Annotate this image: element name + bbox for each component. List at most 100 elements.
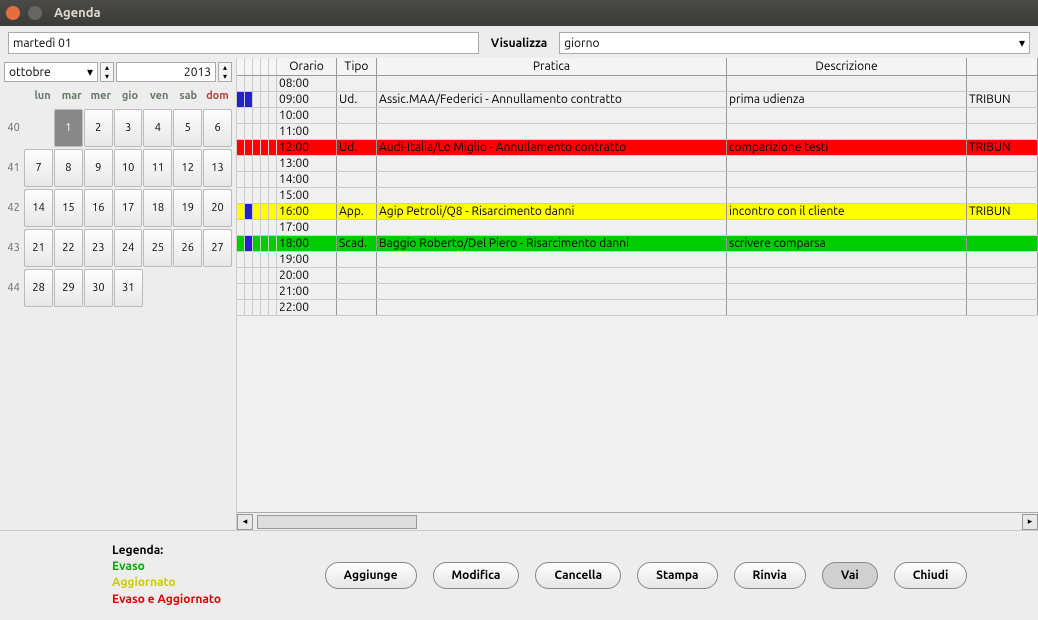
aggiunge-button[interactable]: Aggiunge bbox=[325, 562, 417, 589]
day-cell[interactable]: 4 bbox=[143, 109, 172, 147]
window-minimize-button[interactable] bbox=[28, 6, 42, 20]
visualizza-combo[interactable]: giorno ▾ bbox=[559, 32, 1030, 54]
cell-descrizione: scrivere comparsa bbox=[727, 236, 967, 251]
day-cell[interactable]: 11 bbox=[143, 149, 172, 187]
row-marker bbox=[237, 92, 245, 107]
day-cell bbox=[203, 269, 232, 307]
vai-button[interactable]: Vai bbox=[822, 562, 878, 589]
row-marker bbox=[269, 188, 277, 203]
stampa-button[interactable]: Stampa bbox=[637, 562, 717, 589]
day-cell[interactable]: 15 bbox=[54, 189, 83, 227]
schedule-body[interactable]: 08:0009:00Ud.Assic.MAA/Federici - Annull… bbox=[237, 76, 1038, 512]
day-cell[interactable]: 27 bbox=[203, 229, 232, 267]
cell-pratica bbox=[377, 284, 727, 299]
cell-pratica bbox=[377, 188, 727, 203]
schedule-row[interactable]: 10:00 bbox=[237, 108, 1038, 124]
schedule-row[interactable]: 20:00 bbox=[237, 268, 1038, 284]
day-cell[interactable]: 1 bbox=[54, 109, 83, 147]
day-cell[interactable]: 2 bbox=[84, 109, 113, 147]
day-cell[interactable]: 7 bbox=[24, 149, 53, 187]
chevron-down-icon[interactable]: ▾ bbox=[1013, 36, 1025, 50]
modifica-button[interactable]: Modifica bbox=[433, 562, 520, 589]
cell-pratica: Baggio Roberto/Del Piero - Risarcimento … bbox=[377, 236, 727, 251]
day-cell[interactable]: 18 bbox=[143, 189, 172, 227]
day-cell[interactable]: 28 bbox=[24, 269, 53, 307]
day-cell[interactable]: 12 bbox=[173, 149, 202, 187]
day-cell[interactable]: 14 bbox=[24, 189, 53, 227]
week-row: 4428293031 bbox=[4, 268, 232, 308]
month-select[interactable]: ottobre ▾ bbox=[4, 62, 98, 82]
cancella-button[interactable]: Cancella bbox=[535, 562, 621, 589]
cell-extra bbox=[967, 156, 1038, 171]
day-cell[interactable]: 23 bbox=[84, 229, 113, 267]
year-spinner[interactable]: ▴▾ bbox=[218, 62, 232, 82]
day-cell[interactable]: 26 bbox=[173, 229, 202, 267]
day-cell[interactable]: 25 bbox=[143, 229, 172, 267]
day-cell[interactable]: 9 bbox=[84, 149, 113, 187]
week-number: 43 bbox=[4, 242, 23, 254]
row-marker bbox=[269, 252, 277, 267]
cell-pratica bbox=[377, 124, 727, 139]
schedule-row[interactable]: 18:00Scad.Baggio Roberto/Del Piero - Ris… bbox=[237, 236, 1038, 252]
scroll-thumb[interactable] bbox=[257, 515, 417, 529]
scroll-left-button[interactable]: ◂ bbox=[237, 514, 253, 530]
rinvia-button[interactable]: Rinvia bbox=[734, 562, 806, 589]
chiudi-button[interactable]: Chiudi bbox=[894, 562, 968, 589]
day-cell[interactable]: 22 bbox=[54, 229, 83, 267]
schedule-row[interactable]: 11:00 bbox=[237, 124, 1038, 140]
day-cell[interactable]: 29 bbox=[54, 269, 83, 307]
row-marker bbox=[269, 300, 277, 315]
horizontal-scrollbar[interactable]: ◂ ▸ bbox=[237, 512, 1038, 530]
schedule-row[interactable]: 13:00 bbox=[237, 156, 1038, 172]
row-marker bbox=[269, 140, 277, 155]
date-combo[interactable]: martedì 01 bbox=[8, 32, 479, 54]
day-cell[interactable]: 21 bbox=[24, 229, 53, 267]
schedule-row[interactable]: 09:00Ud.Assic.MAA/Federici - Annullament… bbox=[237, 92, 1038, 108]
row-marker bbox=[253, 252, 261, 267]
cell-extra bbox=[967, 300, 1038, 315]
day-cell[interactable]: 5 bbox=[173, 109, 202, 147]
dow-label: gio bbox=[115, 90, 144, 102]
schedule-row[interactable]: 15:00 bbox=[237, 188, 1038, 204]
col-tipo[interactable]: Tipo bbox=[337, 58, 377, 75]
week-row: 40123456 bbox=[4, 108, 232, 148]
row-marker bbox=[261, 252, 269, 267]
col-descrizione[interactable]: Descrizione bbox=[727, 58, 967, 75]
day-cell[interactable]: 31 bbox=[114, 269, 143, 307]
cell-pratica bbox=[377, 108, 727, 123]
schedule-row[interactable]: 16:00App.Agip Petroli/Q8 - Risarcimento … bbox=[237, 204, 1038, 220]
row-marker bbox=[269, 76, 277, 91]
schedule-row[interactable]: 14:00 bbox=[237, 172, 1038, 188]
schedule-row[interactable]: 19:00 bbox=[237, 252, 1038, 268]
schedule-row[interactable]: 12:00Ud.Audi-Italia/Lo Miglio - Annullam… bbox=[237, 140, 1038, 156]
day-cell[interactable]: 20 bbox=[203, 189, 232, 227]
col-pratica[interactable]: Pratica bbox=[377, 58, 727, 75]
day-cell[interactable]: 8 bbox=[54, 149, 83, 187]
day-cell[interactable]: 30 bbox=[84, 269, 113, 307]
row-marker bbox=[269, 236, 277, 251]
cell-orario: 16:00 bbox=[277, 204, 337, 219]
year-input[interactable]: 2013 bbox=[116, 62, 216, 82]
day-cell[interactable]: 24 bbox=[114, 229, 143, 267]
day-cell[interactable]: 17 bbox=[114, 189, 143, 227]
window-close-button[interactable] bbox=[6, 6, 20, 20]
day-cell[interactable]: 13 bbox=[203, 149, 232, 187]
chevron-down-icon[interactable]: ▾ bbox=[87, 65, 93, 79]
row-marker bbox=[245, 284, 253, 299]
month-spinner[interactable]: ▴▾ bbox=[100, 62, 114, 82]
row-marker bbox=[237, 300, 245, 315]
schedule-row[interactable]: 22:00 bbox=[237, 300, 1038, 316]
day-cell[interactable]: 6 bbox=[203, 109, 232, 147]
day-cell[interactable]: 3 bbox=[114, 109, 143, 147]
schedule-row[interactable]: 17:00 bbox=[237, 220, 1038, 236]
day-cell[interactable]: 19 bbox=[173, 189, 202, 227]
day-cell[interactable]: 10 bbox=[114, 149, 143, 187]
schedule-row[interactable]: 08:00 bbox=[237, 76, 1038, 92]
col-orario[interactable]: Orario bbox=[277, 58, 337, 75]
scroll-right-button[interactable]: ▸ bbox=[1022, 514, 1038, 530]
cell-pratica bbox=[377, 252, 727, 267]
schedule-row[interactable]: 21:00 bbox=[237, 284, 1038, 300]
row-marker bbox=[237, 108, 245, 123]
cell-tipo bbox=[337, 252, 377, 267]
day-cell[interactable]: 16 bbox=[84, 189, 113, 227]
